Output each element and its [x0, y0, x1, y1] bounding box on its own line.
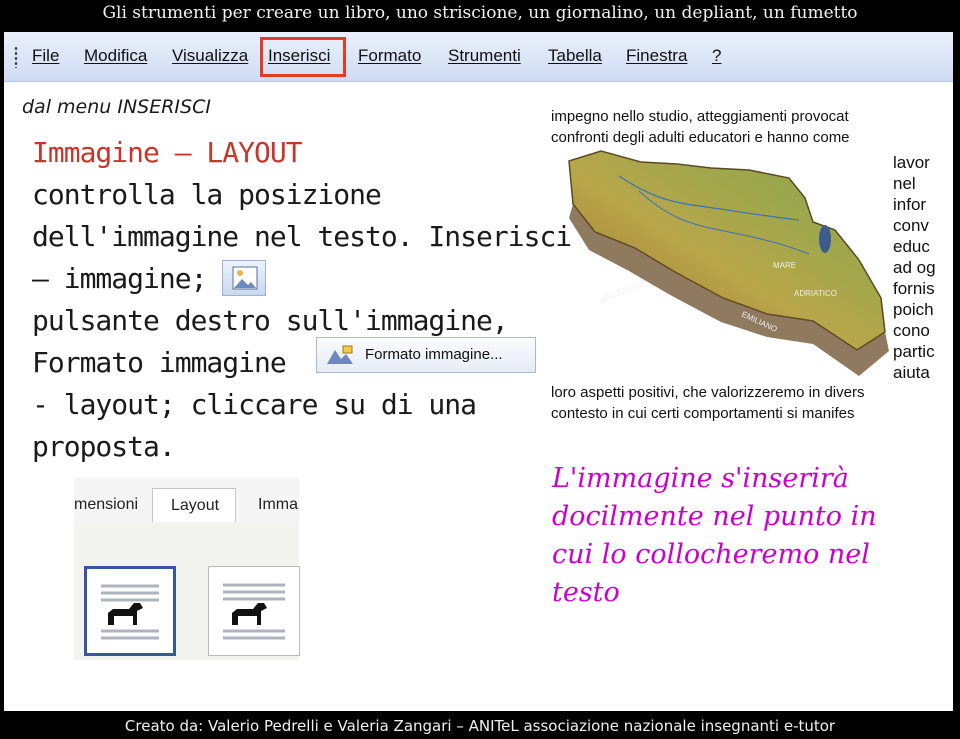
preview-word: conv — [893, 216, 929, 235]
preview-word: lavor — [893, 153, 930, 172]
preview-word: nel — [893, 174, 916, 193]
dog-layout-icon — [223, 583, 285, 640]
tab-dimensioni[interactable]: mensioni — [74, 488, 148, 522]
menu-inserisci[interactable]: Inserisci — [268, 46, 330, 66]
window-title: Gli strumenti per creare un libro, uno s… — [102, 3, 858, 23]
preview-word: aiuta — [893, 363, 930, 382]
preview-word: infor — [893, 195, 927, 214]
menu-help[interactable]: ? — [712, 46, 721, 66]
menu-modifica[interactable]: Modifica — [84, 46, 147, 66]
instruction-line: dell'immagine nel testo. Inserisci — [32, 220, 572, 253]
menu-visualizza[interactable]: Visualizza — [172, 46, 248, 66]
preview-line: contesto in cui certi comportamenti si m… — [551, 405, 855, 422]
slide-content: File Modifica Visualizza Inserisci Forma… — [4, 32, 953, 711]
map-label: MARE — [773, 261, 796, 270]
layout-option-inline[interactable] — [84, 566, 176, 656]
toolbar-grip-icon[interactable] — [14, 46, 18, 68]
format-picture-label: Formato immagine... — [365, 346, 503, 363]
insert-picture-icon[interactable] — [222, 260, 266, 296]
emilia-romagna-map: MARE ADRIATICO APP. TOSCO EMILIANO — [568, 150, 889, 376]
map-label: ADRIATICO — [794, 289, 837, 298]
menu-strumenti[interactable]: Strumenti — [448, 46, 521, 66]
format-picture-icon — [327, 345, 353, 364]
menu-bar: File Modifica Visualizza Inserisci Forma… — [4, 32, 953, 82]
format-picture-menu-item[interactable]: Formato immagine... — [316, 337, 536, 373]
document-preview: impegno nello studio, atteggiamenti prov… — [551, 108, 941, 426]
preview-word: ad og — [893, 258, 936, 277]
instruction-line: - layout; cliccare su di una — [32, 388, 477, 421]
tab-immagine[interactable]: Imma — [258, 488, 299, 522]
dog-layout-icon — [101, 584, 159, 640]
format-dialog-tabs: mensioni Layout Imma — [74, 478, 299, 522]
instruction-line: controlla la posizione — [32, 178, 382, 211]
preview-line: loro aspetti positivi, che valorizzeremo… — [551, 384, 865, 401]
menu-tabella[interactable]: Tabella — [548, 46, 602, 66]
preview-line: confronti degli adulti educatori e hanno… — [551, 129, 850, 146]
preview-word: fornis — [893, 279, 935, 298]
map-label: APP. TOSCO — [598, 278, 645, 306]
preview-word: poich — [893, 300, 934, 319]
subtitle: dal menu INSERISCI — [22, 96, 211, 118]
menu-file[interactable]: File — [32, 46, 59, 66]
layout-options-panel: mensioni Layout Imma — [74, 478, 300, 660]
tab-layout[interactable]: Layout — [152, 488, 236, 522]
menu-finestra[interactable]: Finestra — [626, 46, 687, 66]
footer-credit: Creato da: Valerio Pedrelli e Valeria Za… — [124, 717, 836, 735]
menu-formato[interactable]: Formato — [358, 46, 421, 66]
result-callout: L'immagine s'inserirà docilmente nel pun… — [552, 463, 877, 608]
instruction-line: proposta. — [32, 430, 176, 463]
preview-word: cono — [893, 321, 930, 340]
preview-line: impegno nello studio, atteggiamenti prov… — [551, 108, 849, 125]
layout-option-square[interactable] — [208, 566, 300, 656]
preview-word: educ — [893, 237, 930, 256]
section-heading: Immagine – LAYOUT — [32, 136, 303, 169]
instruction-line: pulsante destro sull'immagine, — [32, 304, 509, 337]
preview-word: partic — [893, 342, 935, 361]
